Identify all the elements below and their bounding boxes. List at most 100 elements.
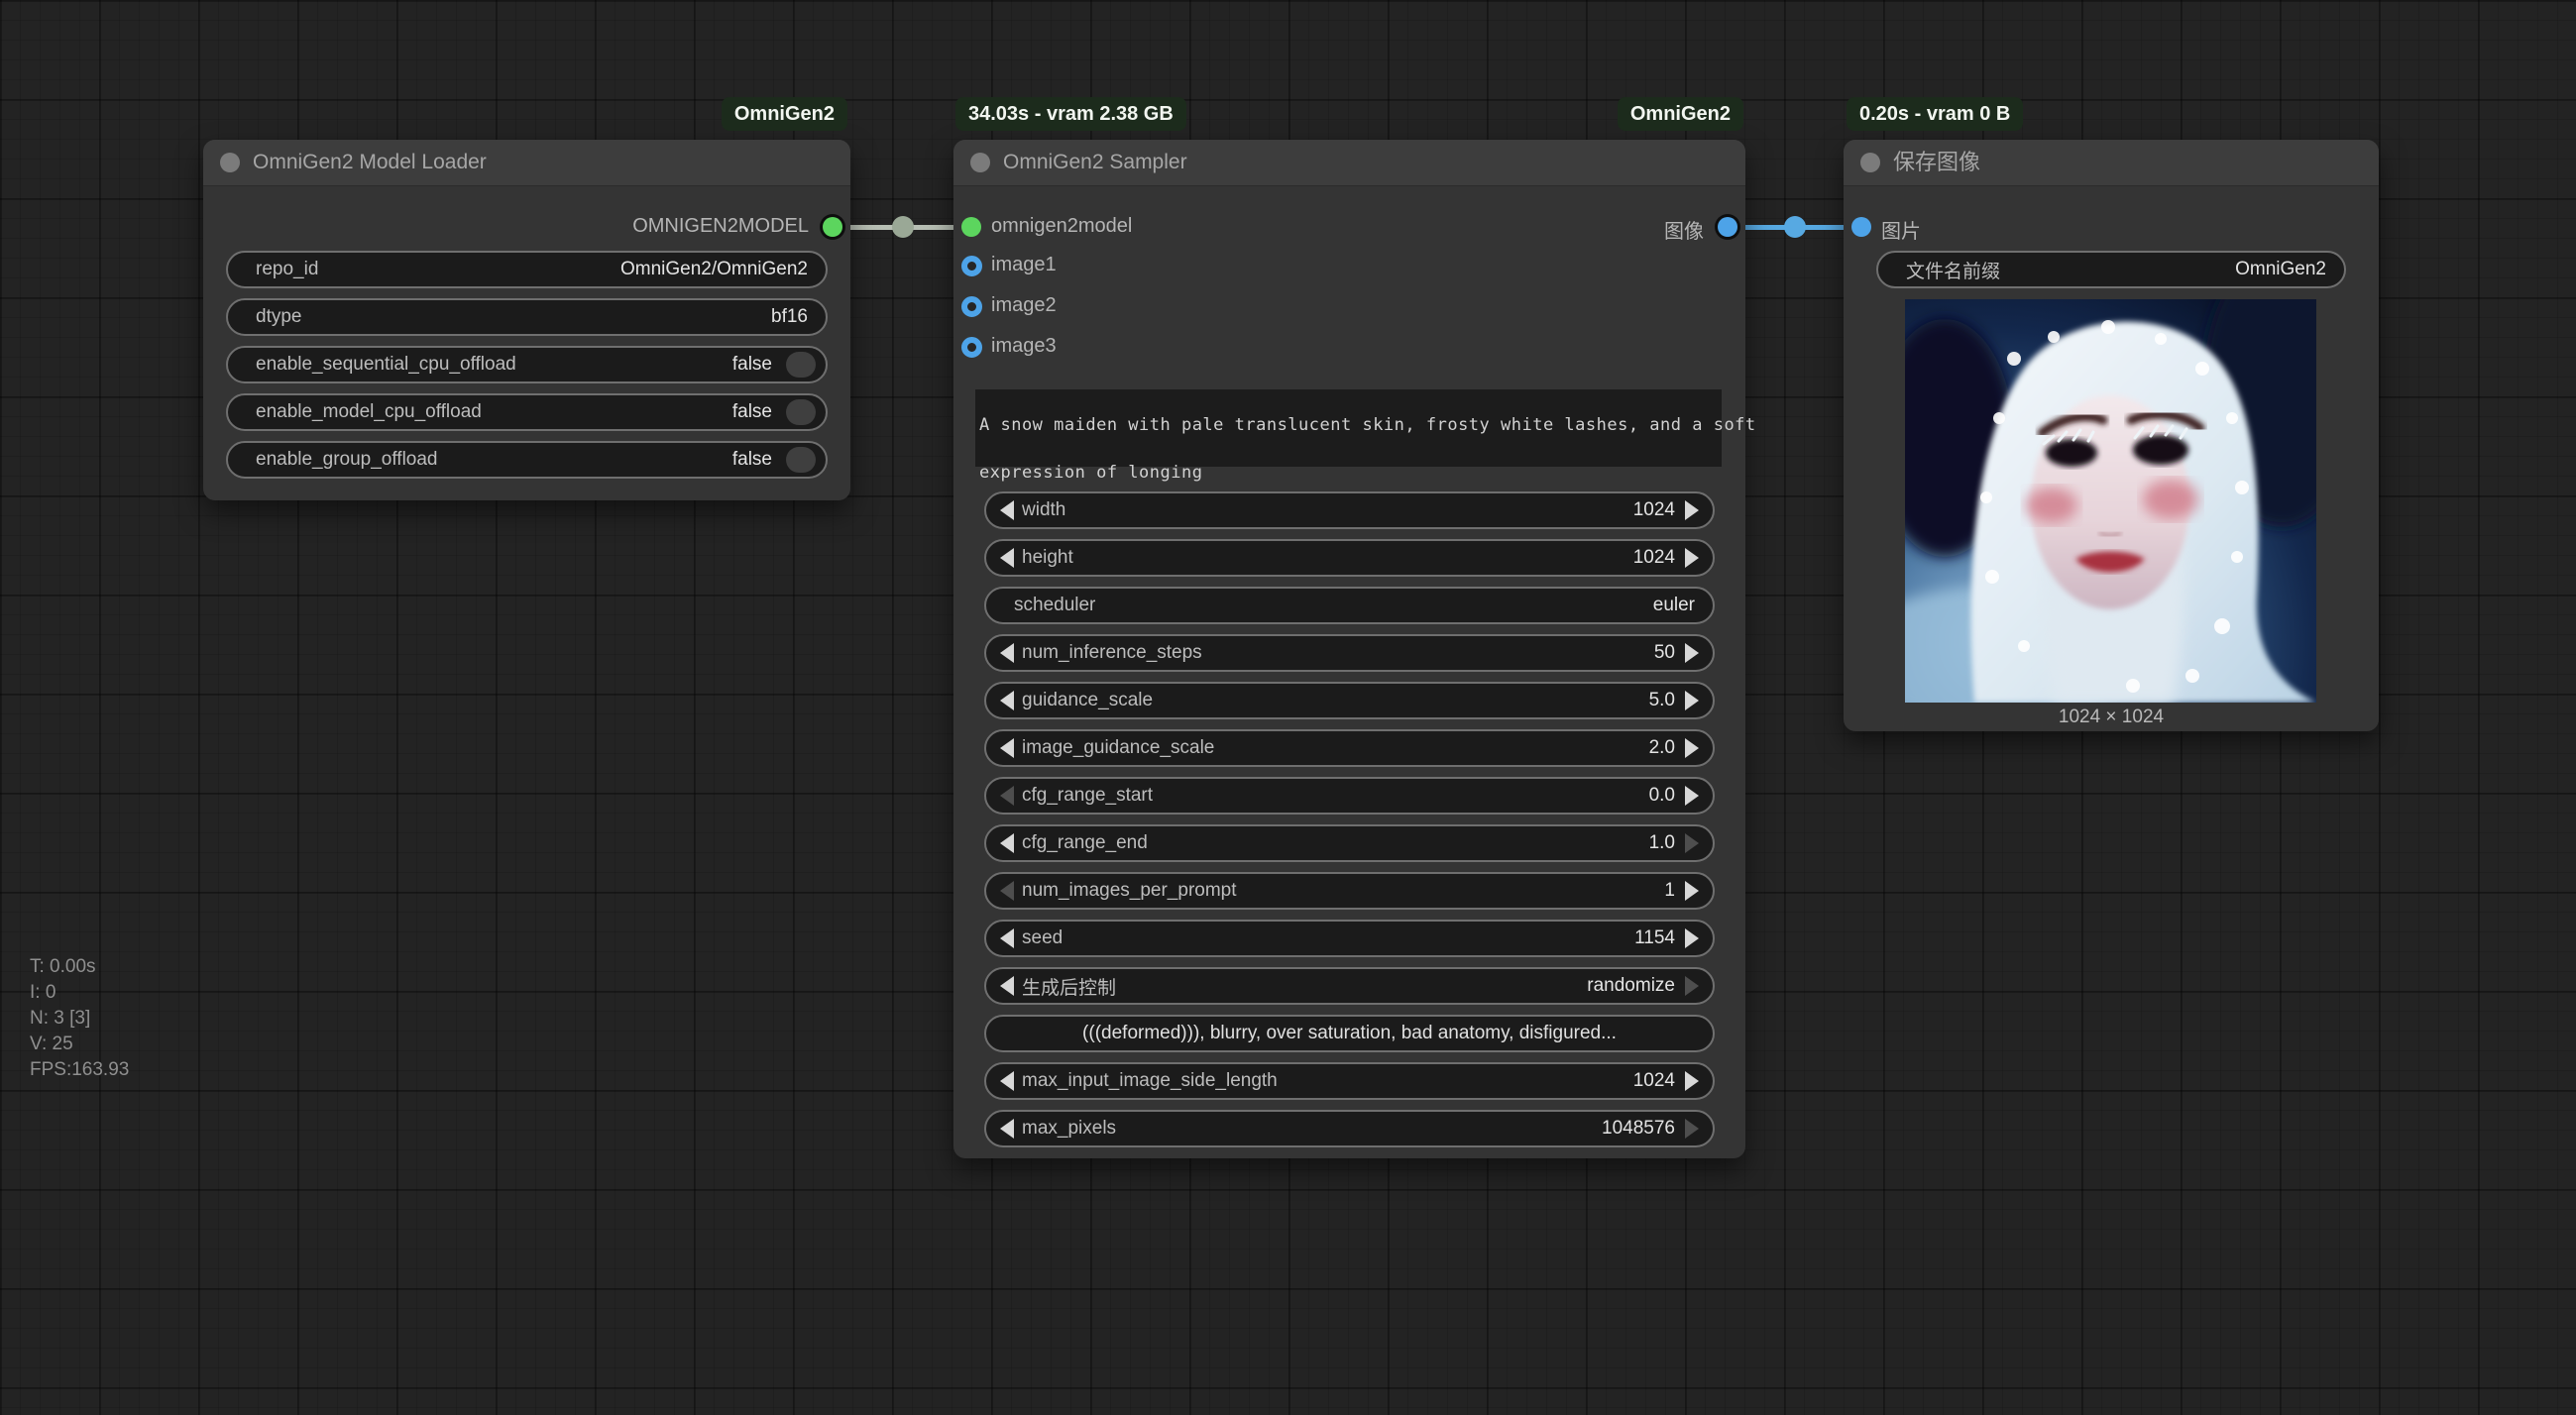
widget-value: false <box>732 449 772 471</box>
collapse-dot[interactable] <box>1860 153 1880 172</box>
decrement-arrow-icon[interactable] <box>1000 548 1014 568</box>
node-badge-runtime: 34.03s - vram 2.38 GB <box>955 97 1186 131</box>
increment-arrow-icon[interactable] <box>1685 738 1699 758</box>
prompt-text-line1: A snow maiden with pale translucent skin… <box>979 415 1756 435</box>
widget-cfg-range-start[interactable]: cfg_range_start 0.0 <box>984 777 1715 815</box>
widget-label: seed <box>1022 927 1063 949</box>
widget-value: euler <box>1653 595 1695 616</box>
widget-repo-id[interactable]: repo_id OmniGen2/OmniGen2 <box>226 251 828 288</box>
widget-enable-sequential-cpu-offload[interactable]: enable_sequential_cpu_offload false <box>226 346 828 383</box>
widget-label: width <box>1022 499 1065 521</box>
node-badge: OmniGen2 <box>1618 97 1743 131</box>
widget-scheduler[interactable]: scheduler euler <box>984 587 1715 624</box>
widget-filename-prefix[interactable]: 文件名前缀 OmniGen2 <box>1876 251 2346 288</box>
node-title: OmniGen2 Sampler <box>1003 140 1187 185</box>
node-header[interactable]: 保存图像 <box>1844 140 2379 186</box>
widget-enable-group-offload[interactable]: enable_group_offload false <box>226 441 828 479</box>
output-port-omnigen2model[interactable] <box>823 217 842 237</box>
widget-label: enable_sequential_cpu_offload <box>256 354 516 376</box>
widget-seed[interactable]: seed 1154 <box>984 920 1715 957</box>
widget-value: false <box>732 401 772 423</box>
input-label: image3 <box>991 335 1057 358</box>
widget-max-pixels[interactable]: max_pixels 1048576 <box>984 1110 1715 1147</box>
widget-value: 1048576 <box>1602 1118 1675 1140</box>
collapse-dot[interactable] <box>220 153 240 172</box>
increment-arrow-icon[interactable] <box>1685 548 1699 568</box>
widget-label: guidance_scale <box>1022 690 1153 711</box>
widget-label: max_input_image_side_length <box>1022 1070 1278 1092</box>
link-midpoint-dot-image[interactable] <box>1784 216 1806 238</box>
increment-arrow-icon[interactable] <box>1685 691 1699 710</box>
widget-label: image_guidance_scale <box>1022 737 1214 759</box>
increment-arrow-icon[interactable] <box>1685 976 1699 996</box>
widget-value: bf16 <box>771 306 808 328</box>
decrement-arrow-icon[interactable] <box>1000 881 1014 901</box>
collapse-dot[interactable] <box>970 153 990 172</box>
decrement-arrow-icon[interactable] <box>1000 1071 1014 1091</box>
increment-arrow-icon[interactable] <box>1685 786 1699 806</box>
input-label: image1 <box>991 254 1057 276</box>
decrement-arrow-icon[interactable] <box>1000 691 1014 710</box>
input-port-image1[interactable] <box>961 256 982 276</box>
link-midpoint-dot-model[interactable] <box>892 216 914 238</box>
input-port-omnigen2model[interactable] <box>961 217 981 237</box>
decrement-arrow-icon[interactable] <box>1000 928 1014 948</box>
widget-value: 50 <box>1654 642 1675 664</box>
decrement-arrow-icon[interactable] <box>1000 976 1014 996</box>
increment-arrow-icon[interactable] <box>1685 643 1699 663</box>
output-port-image[interactable] <box>1718 217 1737 237</box>
node-graph-canvas[interactable]: OmniGen2 OmniGen2 Model Loader OMNIGEN2M… <box>0 0 2576 1415</box>
toggle-knob[interactable] <box>786 447 816 473</box>
increment-arrow-icon[interactable] <box>1685 1119 1699 1139</box>
toggle-knob[interactable] <box>786 399 816 425</box>
widget-value: 1024 <box>1633 547 1675 569</box>
decrement-arrow-icon[interactable] <box>1000 738 1014 758</box>
widget-width[interactable]: width 1024 <box>984 491 1715 529</box>
node-title: 保存图像 <box>1893 140 1980 185</box>
widget-label: height <box>1022 547 1073 569</box>
widget-guidance-scale[interactable]: guidance_scale 5.0 <box>984 682 1715 719</box>
node-save-image[interactable]: 0.20s - vram 0 B 保存图像 图片 文件名前缀 OmniGen2 <box>1844 140 2379 731</box>
widget-control-after-generate[interactable]: 生成后控制 randomize <box>984 967 1715 1005</box>
widget-image-guidance-scale[interactable]: image_guidance_scale 2.0 <box>984 729 1715 767</box>
stat-time: T: 0.00s <box>30 954 129 980</box>
widget-value: 1.0 <box>1649 832 1675 854</box>
input-port-image[interactable] <box>1851 217 1871 237</box>
node-sampler[interactable]: 34.03s - vram 2.38 GB OmniGen2 OmniGen2 … <box>953 140 1745 1158</box>
widget-label: num_images_per_prompt <box>1022 880 1237 902</box>
decrement-arrow-icon[interactable] <box>1000 833 1014 853</box>
decrement-arrow-icon[interactable] <box>1000 1119 1014 1139</box>
input-label: 图片 <box>1881 215 1921 244</box>
node-header[interactable]: OmniGen2 Sampler <box>953 140 1745 186</box>
node-title: OmniGen2 Model Loader <box>253 140 487 185</box>
input-label: omnigen2model <box>991 215 1132 238</box>
widget-enable-model-cpu-offload[interactable]: enable_model_cpu_offload false <box>226 393 828 431</box>
input-port-image2[interactable] <box>961 296 982 317</box>
increment-arrow-icon[interactable] <box>1685 500 1699 520</box>
widget-num-inference-steps[interactable]: num_inference_steps 50 <box>984 634 1715 672</box>
increment-arrow-icon[interactable] <box>1685 833 1699 853</box>
input-port-image3[interactable] <box>961 337 982 358</box>
increment-arrow-icon[interactable] <box>1685 881 1699 901</box>
toggle-knob[interactable] <box>786 352 816 378</box>
node-model-loader[interactable]: OmniGen2 OmniGen2 Model Loader OMNIGEN2M… <box>203 140 850 500</box>
decrement-arrow-icon[interactable] <box>1000 643 1014 663</box>
decrement-arrow-icon[interactable] <box>1000 786 1014 806</box>
node-header[interactable]: OmniGen2 Model Loader <box>203 140 850 186</box>
increment-arrow-icon[interactable] <box>1685 928 1699 948</box>
widget-height[interactable]: height 1024 <box>984 539 1715 577</box>
stat-fps: FPS:163.93 <box>30 1057 129 1083</box>
widget-value: 2.0 <box>1649 737 1675 759</box>
generated-image-preview[interactable] <box>1905 299 2316 703</box>
widget-num-images-per-prompt[interactable]: num_images_per_prompt 1 <box>984 872 1715 910</box>
widget-value: 1024 <box>1633 1070 1675 1092</box>
widget-value: 5.0 <box>1649 690 1675 711</box>
increment-arrow-icon[interactable] <box>1685 1071 1699 1091</box>
widget-max-input-image-side-length[interactable]: max_input_image_side_length 1024 <box>984 1062 1715 1100</box>
widget-cfg-range-end[interactable]: cfg_range_end 1.0 <box>984 824 1715 862</box>
widget-dtype[interactable]: dtype bf16 <box>226 298 828 336</box>
widget-negative-prompt[interactable]: (((deformed))), blurry, over saturation,… <box>984 1015 1715 1052</box>
widget-value: OmniGen2 <box>2235 259 2326 280</box>
decrement-arrow-icon[interactable] <box>1000 500 1014 520</box>
widget-label: max_pixels <box>1022 1118 1116 1140</box>
